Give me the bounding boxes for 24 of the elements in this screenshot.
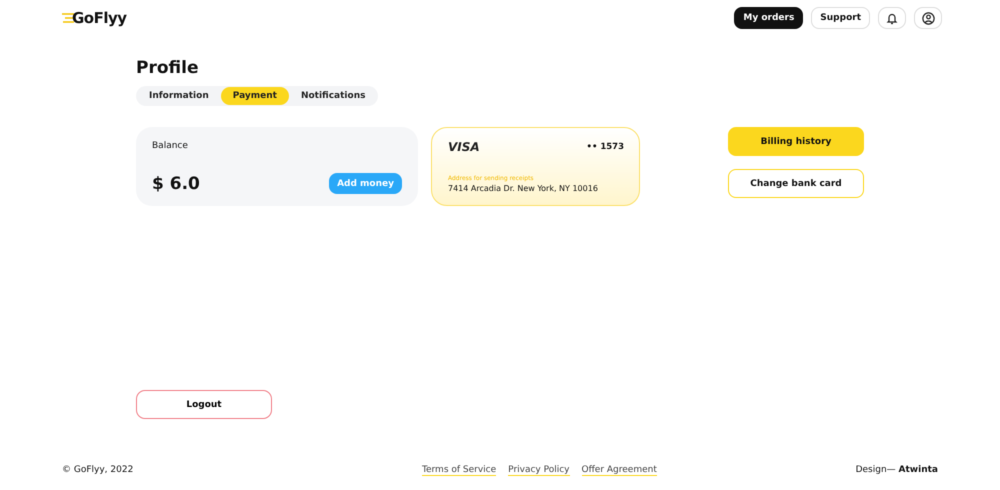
- notifications-button[interactable]: [878, 7, 906, 29]
- design-credit[interactable]: Design— Atwinta: [856, 465, 938, 475]
- logo[interactable]: GoFlyy: [72, 9, 127, 27]
- card-brand: VISA: [448, 140, 480, 154]
- card-number: •• 1573: [586, 142, 624, 152]
- page-title: Profile: [136, 58, 200, 78]
- action-button[interactable]: Change bank card: [728, 169, 864, 198]
- header-button[interactable]: My orders: [734, 7, 804, 29]
- logout-button[interactable]: Logout: [136, 390, 272, 419]
- tab[interactable]: Payment: [220, 87, 289, 105]
- action-button[interactable]: Billing history: [728, 127, 864, 156]
- address-text: 7414 Arcadia Dr. New York, NY 10016: [448, 184, 599, 193]
- user-icon: [922, 12, 934, 24]
- tab[interactable]: Information: [137, 87, 221, 105]
- balance-amount: $ 6.0: [152, 174, 200, 194]
- header-button[interactable]: Support: [811, 7, 870, 29]
- tab[interactable]: Notifications: [288, 87, 378, 105]
- balance-label: Balance: [152, 141, 189, 151]
- footer-link[interactable]: Offer Agreement: [582, 464, 657, 476]
- footer-link[interactable]: Terms of Service: [422, 464, 496, 476]
- copyright-text: © GoFlyy, 2022: [62, 465, 134, 475]
- bell-icon: [886, 12, 898, 24]
- account-button[interactable]: [914, 7, 942, 29]
- footer-link[interactable]: Privacy Policy: [508, 464, 570, 476]
